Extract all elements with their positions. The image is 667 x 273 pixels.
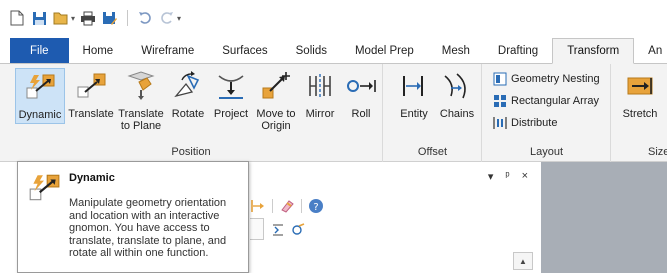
undo-icon[interactable] [136, 9, 154, 27]
sort-icon[interactable] [270, 222, 286, 238]
tab-drafting[interactable]: Drafting [484, 38, 552, 63]
position-group-label: Position [171, 146, 211, 158]
chains-label: Chains [439, 108, 475, 120]
entity-button[interactable]: Entity [394, 68, 434, 122]
rectangular-array-button[interactable]: Rectangular Array [493, 94, 599, 108]
dynamic-tooltip: Dynamic Manipulate geometry orientation … [17, 161, 249, 273]
ribbon-tabs: File Home Wireframe Surfaces Solids Mode… [0, 38, 667, 64]
roll-button[interactable]: Roll [341, 68, 381, 122]
entity-label: Entity [400, 108, 428, 120]
open-icon[interactable] [52, 9, 70, 27]
dynamic-button[interactable]: Dynamic [15, 68, 65, 124]
offset-entity-icon [398, 70, 430, 102]
tab-file[interactable]: File [10, 38, 69, 63]
translate-button[interactable]: Translate [66, 68, 116, 122]
toolbar-separator [301, 199, 302, 213]
stretch-button[interactable]: Stretch [618, 68, 662, 122]
mirror-button[interactable]: Mirror [299, 68, 341, 122]
dynamic-icon [27, 171, 61, 205]
ribbon: Dynamic Translate Translate to Plane Rot… [0, 64, 667, 162]
tab-surfaces[interactable]: Surfaces [208, 38, 281, 63]
panel-menu-icon[interactable]: ▾ [488, 170, 494, 183]
dynamic-label: Dynamic [18, 109, 62, 121]
offset-group: Entity Chains Offset [384, 64, 482, 162]
distribute-button[interactable]: Distribute [493, 116, 557, 130]
customize-icon[interactable]: ▾ [177, 14, 181, 23]
panel-field-edge [250, 218, 264, 240]
stretch-label: Stretch [622, 108, 658, 120]
geometry-nesting-label: Geometry Nesting [511, 73, 600, 85]
translate-to-plane-icon [125, 70, 157, 102]
new-file-icon[interactable] [8, 9, 26, 27]
geometry-nesting-button[interactable]: Geometry Nesting [493, 72, 600, 86]
offset-group-label: Offset [417, 146, 448, 158]
tab-wireframe[interactable]: Wireframe [127, 38, 208, 63]
open-dropdown-icon[interactable]: ▾ [71, 14, 75, 23]
rotate-label: Rotate [171, 108, 205, 120]
rectangular-array-label: Rectangular Array [511, 95, 600, 107]
size-group: Stretch Size [612, 64, 667, 162]
rotate-icon [172, 70, 204, 102]
translate-to-plane-button[interactable]: Translate to Plane [114, 68, 168, 134]
project-button[interactable]: Project [208, 68, 254, 122]
tooltip-description: Manipulate geometry orientation and loca… [69, 197, 227, 259]
move-to-origin-icon [260, 70, 292, 102]
translate-icon [75, 70, 107, 102]
svg-text:?: ? [313, 202, 318, 213]
layout-group-label: Layout [529, 146, 564, 158]
panel-toolbar: ? [250, 198, 324, 214]
translate-label: Translate [68, 108, 114, 120]
stretch-icon [624, 70, 656, 102]
tab-model-prep[interactable]: Model Prep [341, 38, 428, 63]
roll-label: Roll [351, 108, 371, 120]
geometry-nesting-icon [493, 72, 507, 86]
offset-chains-icon [441, 70, 473, 102]
roll-icon [345, 70, 377, 102]
move-to-origin-button[interactable]: Move to Origin [252, 68, 300, 134]
distribute-icon [493, 116, 507, 130]
eraser-icon[interactable] [279, 198, 295, 214]
distribute-label: Distribute [511, 117, 558, 129]
toolbar-separator [272, 199, 273, 213]
mirror-label: Mirror [305, 108, 335, 120]
panel-controls: ▾ ᵖ × [488, 170, 528, 183]
position-group: Dynamic Translate Translate to Plane Rot… [0, 64, 383, 162]
dynamic-icon [24, 71, 56, 103]
redo-icon[interactable] [158, 9, 176, 27]
project-label: Project [213, 108, 249, 120]
layout-group: Geometry Nesting Rectangular Array Distr… [483, 64, 611, 162]
graphics-viewport[interactable] [541, 162, 667, 273]
tab-mesh[interactable]: Mesh [428, 38, 484, 63]
tab-transform[interactable]: Transform [552, 38, 635, 64]
translate-to-plane-label: Translate to Plane [118, 108, 164, 132]
transform-arrow-icon[interactable] [250, 198, 266, 214]
tooltip-title: Dynamic [69, 172, 115, 184]
rotate-button[interactable]: Rotate [167, 68, 209, 122]
quick-access-toolbar: ▾ ▾ [0, 0, 667, 36]
panel-toolbar-secondary [270, 222, 306, 238]
save-as-icon[interactable] [101, 9, 119, 27]
tab-solids[interactable]: Solids [282, 38, 341, 63]
project-icon [215, 70, 247, 102]
size-group-label: Size [648, 146, 667, 158]
toolbar-separator [127, 10, 129, 26]
rectangular-array-icon [493, 94, 507, 108]
close-icon[interactable]: × [522, 170, 528, 183]
save-icon[interactable] [30, 9, 48, 27]
move-to-origin-label: Move to Origin [256, 108, 296, 132]
tab-analyze[interactable]: An [634, 38, 667, 63]
chains-button[interactable]: Chains [436, 68, 478, 122]
help-icon[interactable]: ? [308, 198, 324, 214]
filter-icon[interactable] [290, 222, 306, 238]
mirror-icon [304, 70, 336, 102]
pin-icon[interactable]: ᵖ [505, 170, 509, 183]
tab-home[interactable]: Home [69, 38, 128, 63]
print-icon[interactable] [79, 9, 97, 27]
scroll-up-button[interactable]: ▲ [513, 252, 533, 270]
